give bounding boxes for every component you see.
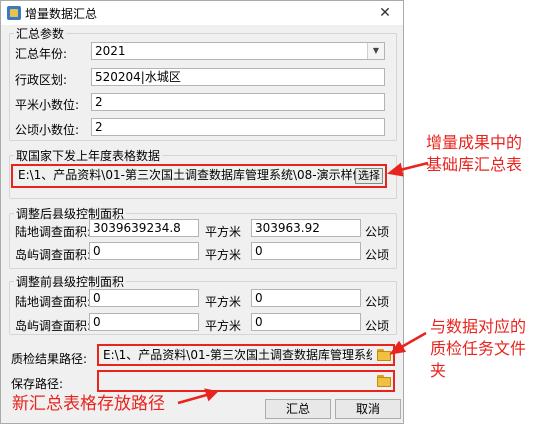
annotation-arrows — [177, 161, 429, 405]
national-arrowhead — [387, 162, 404, 177]
save-arrow — [177, 392, 211, 405]
qc-arrowhead — [389, 340, 407, 355]
save-arrowhead — [204, 388, 219, 402]
national-annotation-line1: 增量成果中的 — [426, 133, 523, 152]
qc-annotation-line2: 质检任务文件 — [430, 339, 527, 358]
national-annotation-line2: 基础库汇总表 — [426, 155, 523, 174]
qc-annotation-line1: 与数据对应的 — [430, 317, 527, 336]
save-annotation: 新汇总表格存放路径 — [12, 394, 165, 414]
qc-annotation-line3: 夹 — [430, 361, 447, 380]
